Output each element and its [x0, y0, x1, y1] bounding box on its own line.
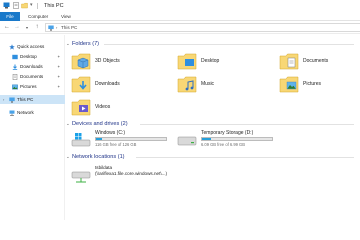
- sidebar-item-label: Quick access: [17, 44, 45, 49]
- group-title: Devices and drives (2): [72, 121, 128, 127]
- folder-label: Music: [201, 81, 215, 87]
- drive-space: 6.09 GB free of 6.99 GB: [201, 142, 245, 147]
- documents-folder-icon: [279, 53, 299, 70]
- sidebar-item-this-pc[interactable]: › This PC: [0, 95, 65, 104]
- drive-usage-fill: [96, 138, 102, 140]
- sidebar-item-label: This PC: [17, 97, 34, 102]
- breadcrumb[interactable]: This PC: [61, 24, 77, 32]
- sidebar-item-documents[interactable]: Documents ✦: [0, 72, 65, 81]
- collapse-chevron-icon[interactable]: ⌄: [66, 40, 70, 48]
- folder-label: Documents: [303, 58, 329, 64]
- sidebar-item-quick-access[interactable]: Quick access: [0, 42, 65, 51]
- drive-usage-bar: [95, 137, 167, 141]
- address-bar[interactable]: › This PC: [45, 23, 360, 32]
- sidebar-item-label: Pictures: [20, 84, 37, 89]
- collapse-chevron-icon[interactable]: ⌄: [66, 153, 70, 161]
- network-location-item[interactable]: tsbildata (\\ariflexa1.file.core.windows…: [70, 163, 190, 185]
- sidebar-item-desktop[interactable]: Desktop ✦: [0, 52, 65, 61]
- sidebar-item-network[interactable]: Network: [0, 108, 65, 117]
- folder-label: Desktop: [201, 58, 220, 64]
- group-divider: [104, 44, 354, 45]
- up-arrow-icon[interactable]: ↑: [33, 23, 41, 32]
- desktop-folder-icon: [177, 53, 197, 70]
- network-location-path: (\\ariflexa1.file.core.windows.net\...): [95, 171, 167, 176]
- sidebar-item-pictures[interactable]: Pictures ✦: [0, 82, 65, 91]
- 3d-objects-folder-icon: [71, 53, 91, 70]
- computer-icon: [9, 97, 15, 103]
- folder-item[interactable]: Music: [176, 74, 236, 96]
- explorer-app-icon[interactable]: [3, 2, 10, 9]
- folder-item[interactable]: Documents: [278, 51, 338, 73]
- collapse-chevron-icon[interactable]: ⌄: [66, 120, 70, 128]
- documents-folder-icon: [12, 74, 18, 80]
- folder-item[interactable]: Videos: [70, 97, 130, 119]
- folder-item[interactable]: 3D Objects: [70, 51, 130, 73]
- folder-label: 3D Objects: [95, 58, 120, 64]
- group-title: Folders (7): [72, 41, 100, 47]
- folder-label: Videos: [95, 104, 111, 110]
- drive-label: Temporary Storage (D:): [201, 130, 254, 136]
- expand-chevron-icon[interactable]: ›: [3, 95, 4, 104]
- music-folder-icon: [177, 76, 197, 93]
- tab-view[interactable]: View: [61, 12, 71, 21]
- videos-folder-icon: [71, 99, 91, 116]
- customize-quick-access-icon[interactable]: ▾: [30, 2, 33, 9]
- folder-item[interactable]: Downloads: [70, 74, 130, 96]
- navigation-pane: Quick access Desktop ✦ Downloads ✦ Docum…: [0, 35, 65, 220]
- computer-icon: [48, 25, 54, 31]
- drive-space: 116 GB free of 126 GB: [95, 142, 137, 147]
- drive-label: Windows (C:): [95, 130, 126, 136]
- title-bar: ▾ This PC: [0, 0, 360, 12]
- window-title: This PC: [44, 3, 64, 9]
- sidebar-item-label: Documents: [20, 74, 44, 79]
- pictures-folder-icon: [279, 76, 299, 93]
- hard-drive-icon: [177, 136, 197, 146]
- folder-label: Downloads: [95, 81, 120, 87]
- folder-item[interactable]: Pictures: [278, 74, 338, 96]
- drive-usage-fill: [202, 138, 212, 140]
- network-icon: [9, 110, 15, 116]
- group-header-drives[interactable]: ⌄ Devices and drives (2): [66, 120, 360, 128]
- pin-icon[interactable]: ✦: [57, 62, 60, 71]
- navigation-bar: ← → ▾ ↑ › This PC: [0, 21, 360, 34]
- network-drive-icon: [71, 171, 91, 183]
- content-pane: ⌄ Folders (7) 3D Objects Desktop Documen…: [66, 35, 360, 220]
- group-header-folders[interactable]: ⌄ Folders (7): [66, 40, 360, 48]
- desktop-folder-icon: [12, 54, 18, 60]
- forward-arrow-icon[interactable]: →: [13, 23, 21, 32]
- breadcrumb-chevron-icon[interactable]: ›: [56, 24, 57, 32]
- drive-item-c[interactable]: Windows (C:) 116 GB free of 126 GB: [70, 129, 170, 151]
- group-divider: [136, 157, 354, 158]
- group-divider: [140, 124, 354, 125]
- folder-label: Pictures: [303, 81, 322, 87]
- tab-computer[interactable]: Computer: [28, 12, 48, 21]
- title-separator: [37, 3, 38, 9]
- pin-icon[interactable]: ✦: [57, 52, 60, 61]
- star-icon: [9, 44, 15, 50]
- group-header-network-locations[interactable]: ⌄ Network locations (1): [66, 153, 360, 161]
- back-arrow-icon[interactable]: ←: [3, 23, 11, 32]
- sidebar-item-downloads[interactable]: Downloads ✦: [0, 62, 65, 71]
- pin-icon[interactable]: ✦: [57, 72, 60, 81]
- sidebar-item-label: Network: [17, 110, 34, 115]
- sidebar-item-label: Desktop: [20, 54, 37, 59]
- tab-file[interactable]: File: [0, 12, 20, 21]
- recent-locations-icon[interactable]: ▾: [23, 23, 31, 32]
- folder-item[interactable]: Desktop: [176, 51, 236, 73]
- group-title: Network locations (1): [72, 154, 125, 160]
- drive-item-d[interactable]: Temporary Storage (D:) 6.09 GB free of 6…: [176, 129, 276, 151]
- downloads-folder-icon: [12, 64, 18, 70]
- new-folder-icon[interactable]: [21, 2, 28, 9]
- sidebar-item-label: Downloads: [20, 64, 43, 69]
- ribbon-tabs: File Computer View: [0, 12, 360, 21]
- pictures-folder-icon: [12, 84, 18, 90]
- downloads-folder-icon: [71, 76, 91, 93]
- drive-usage-bar: [201, 137, 273, 141]
- windows-drive-icon: [71, 133, 91, 147]
- pin-icon[interactable]: ✦: [57, 82, 60, 91]
- properties-icon[interactable]: [13, 2, 19, 9]
